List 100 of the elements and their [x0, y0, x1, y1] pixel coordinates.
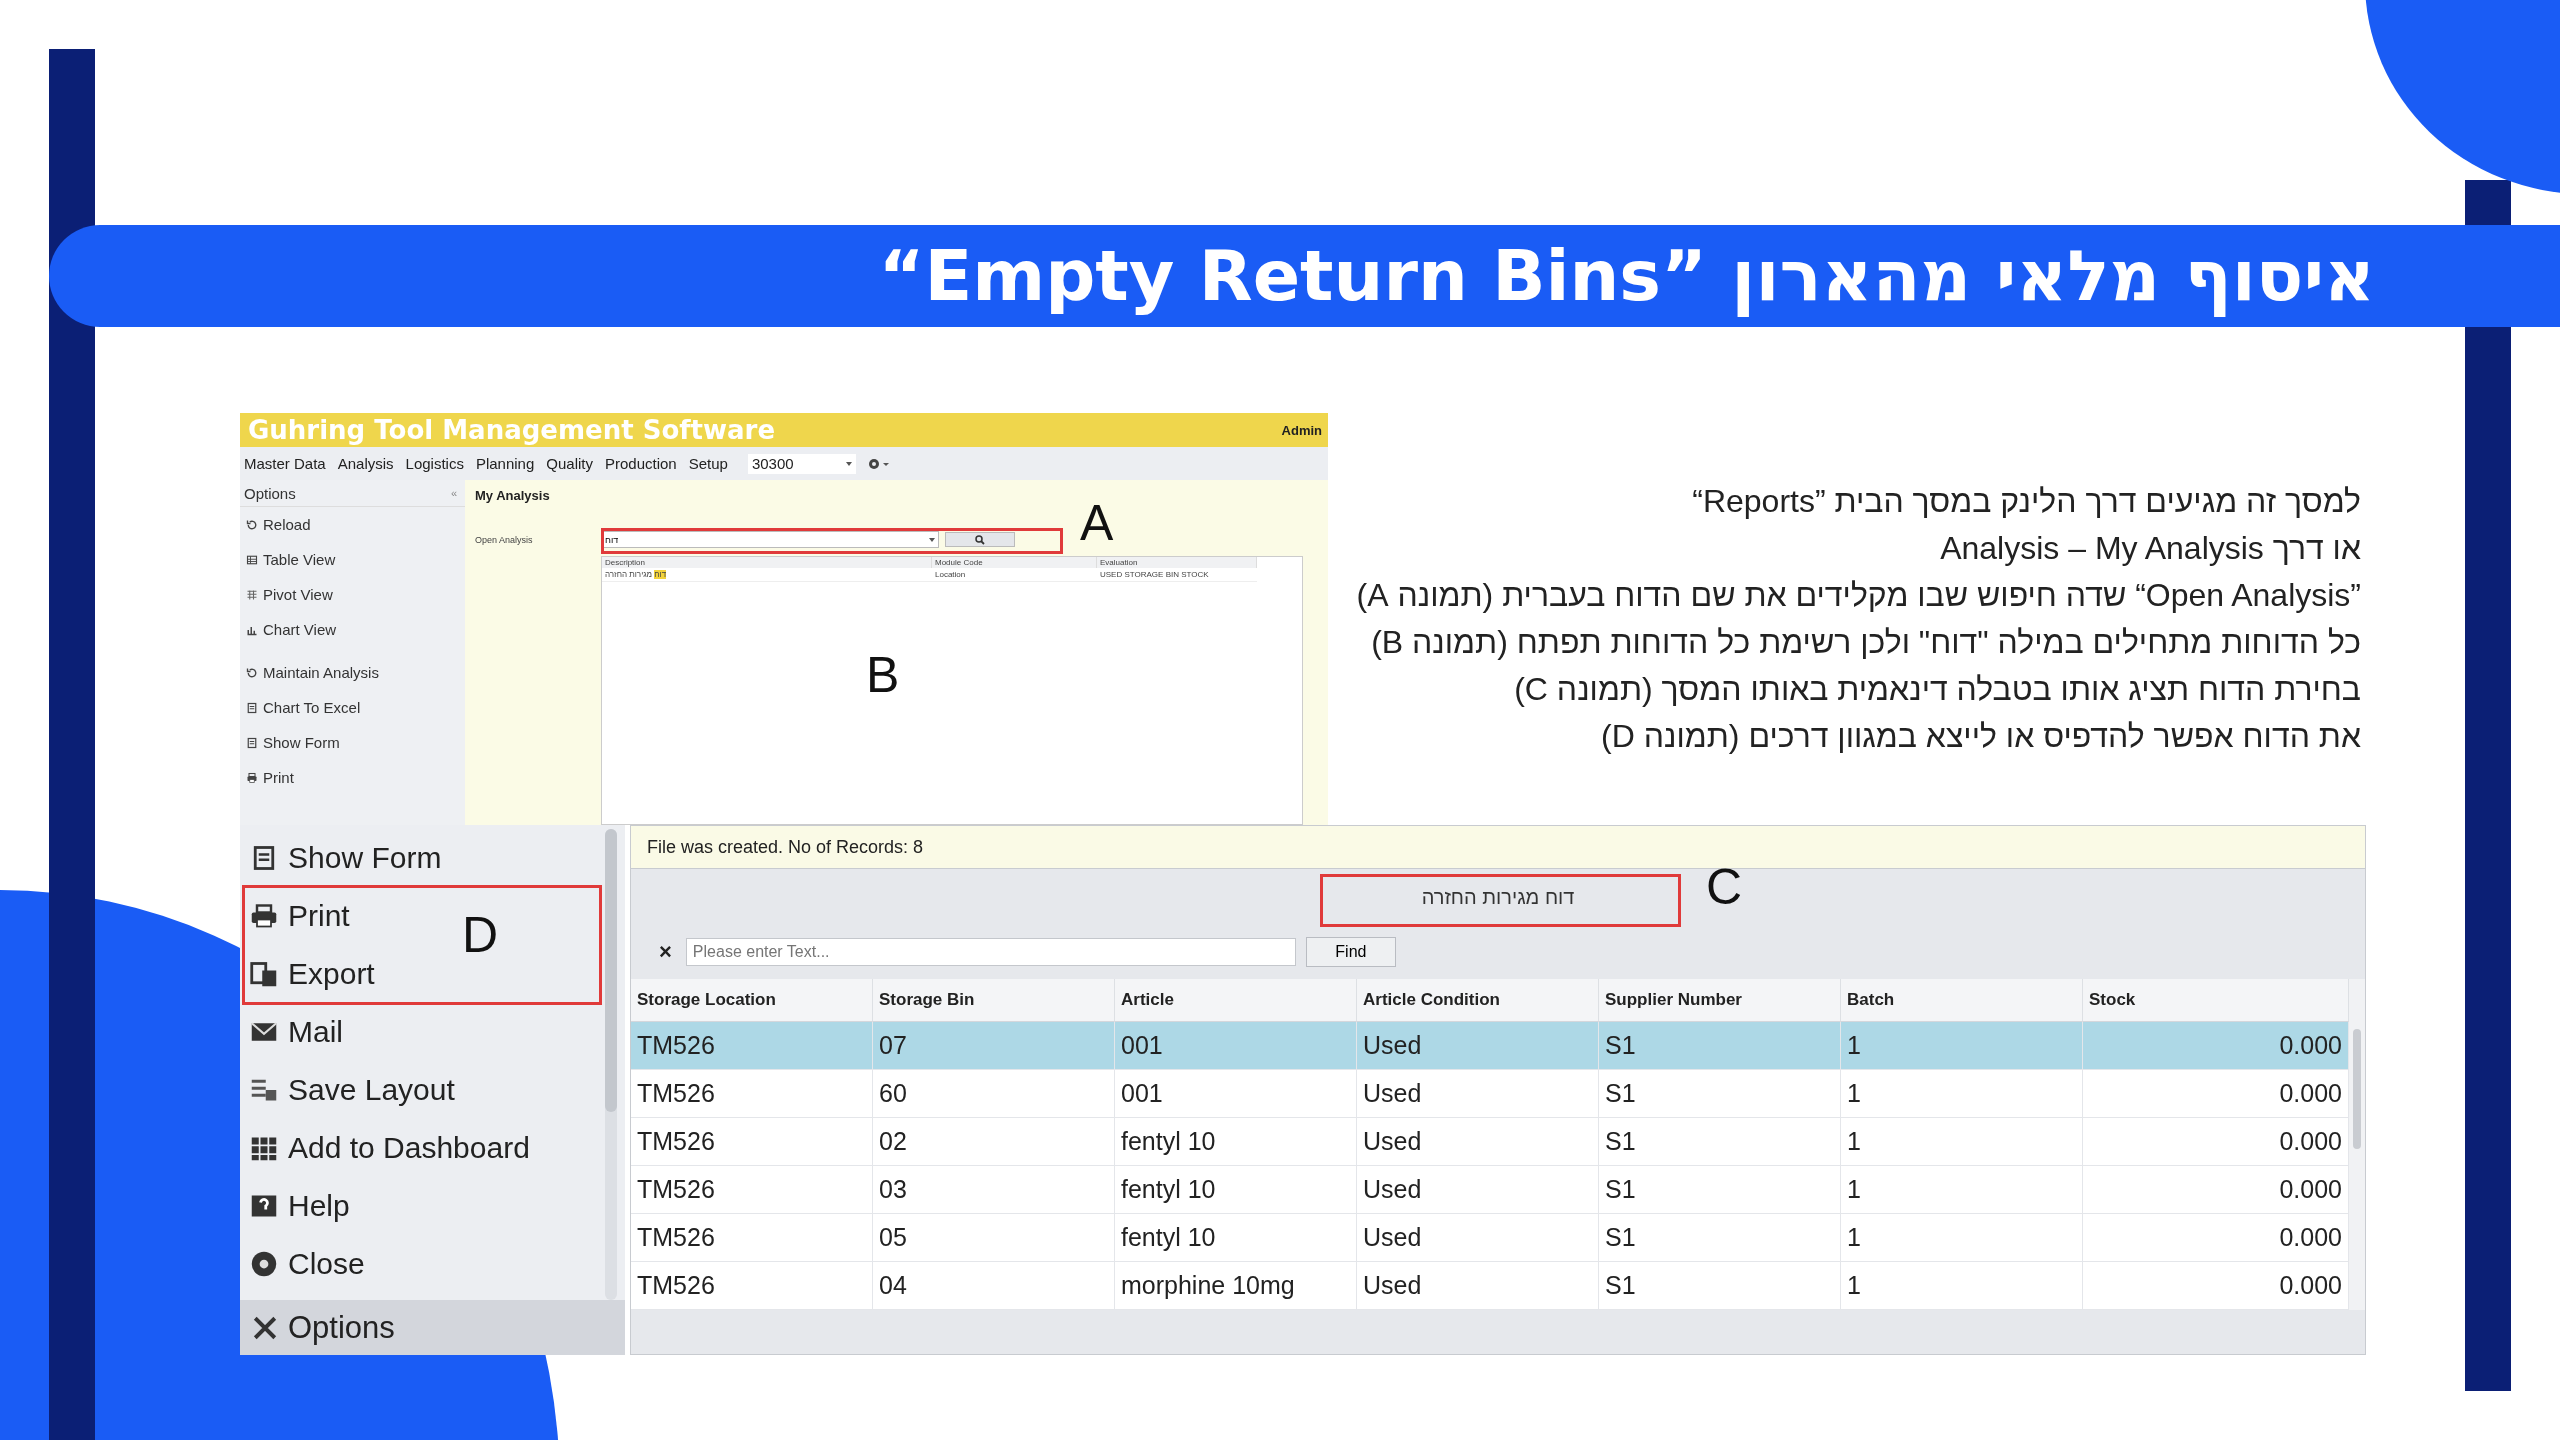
table-cell: fentyl 10 — [1115, 1214, 1357, 1262]
menu-item[interactable]: Add to Dashboard — [246, 1123, 530, 1173]
table-cell: S1 — [1599, 1214, 1841, 1262]
table-cell: TM526 — [631, 1118, 873, 1166]
table-cell: Used — [1357, 1166, 1599, 1214]
callout-letter: A — [1080, 498, 1114, 548]
table-cell: 02 — [873, 1118, 1115, 1166]
scrollbar[interactable] — [2349, 979, 2365, 1310]
sidebar-item[interactable]: Chart View — [240, 612, 465, 647]
table-cell: 001 — [1115, 1022, 1357, 1070]
document-icon — [246, 701, 258, 714]
clear-button[interactable]: × — [655, 939, 676, 965]
table-cell: TM526 — [631, 1262, 873, 1310]
column-header: Description — [602, 557, 932, 568]
column-header: Evaluation — [1097, 557, 1257, 568]
status-message: File was created. No of Records: 8 — [631, 826, 2365, 868]
table-cell: 07 — [873, 1022, 1115, 1070]
sidebar-item[interactable]: Chart To Excel — [240, 690, 465, 725]
menu-item[interactable]: Production — [605, 455, 677, 472]
table-cell: 04 — [873, 1262, 1115, 1310]
menu-item[interactable]: Close — [246, 1239, 365, 1289]
menu-item[interactable]: Print — [246, 891, 350, 941]
table-cell: 1 — [1841, 1262, 2083, 1310]
column-header: Module Code — [932, 557, 1097, 568]
column-header[interactable]: Supplier Number — [1599, 979, 1841, 1022]
table-cell: 05 — [873, 1214, 1115, 1262]
menu-item[interactable]: Setup — [688, 455, 728, 472]
table-cell: S1 — [1599, 1166, 1841, 1214]
search-button[interactable] — [945, 532, 1015, 547]
sidebar-item[interactable]: Print — [240, 760, 465, 795]
scrollbar[interactable] — [605, 829, 617, 1300]
table-cell: Location — [932, 568, 1097, 582]
search-field[interactable]: דוח — [601, 531, 939, 548]
search-icon — [975, 534, 985, 545]
table-cell: 03 — [873, 1166, 1115, 1214]
sidebar-item[interactable]: Show Form — [240, 725, 465, 760]
table-cell: USED STORAGE BIN STOCK — [1097, 568, 1257, 582]
menu-item[interactable]: Help — [246, 1181, 350, 1231]
column-header[interactable]: Storage Location — [631, 979, 873, 1022]
menu-item[interactable]: Quality — [546, 455, 593, 472]
table-cell: S1 — [1599, 1262, 1841, 1310]
table-cell: Used — [1357, 1262, 1599, 1310]
table-cell: fentyl 10 — [1115, 1118, 1357, 1166]
table-icon — [246, 553, 258, 566]
column-header[interactable]: Storage Bin — [873, 979, 1115, 1022]
table-cell: Used — [1357, 1214, 1599, 1262]
menu-item[interactable]: Mail — [246, 1007, 343, 1057]
app-title: Guhring Tool Management Software — [248, 415, 776, 445]
note-line: למסך זה מגיעים דרך הלינק במסך הבית ”Reports“ — [1692, 482, 2361, 521]
table-cell: TM526 — [631, 1166, 873, 1214]
menu-item[interactable]: Analysis — [337, 455, 394, 472]
table-cell: 1 — [1841, 1118, 2083, 1166]
sidebar-item[interactable]: Pivot View — [240, 577, 465, 612]
document-icon — [246, 736, 258, 749]
menu-item[interactable]: Show Form — [246, 833, 442, 883]
user-name: Admin — [1281, 422, 1322, 438]
table-cell: S1 — [1599, 1118, 1841, 1166]
table-cell: TM526 — [631, 1214, 873, 1262]
note-line: ”Open Analysis“ שדה חיפוש שבו מקלידים את שם הדוח בעברית (תמונה A) — [1356, 576, 2361, 615]
printer-icon — [250, 902, 278, 930]
column-header[interactable]: Article — [1115, 979, 1357, 1022]
sidebar-title: Options — [244, 484, 296, 502]
menu-item[interactable]: Logistics — [405, 455, 464, 472]
table-cell: Used — [1357, 1070, 1599, 1118]
table-cell: morphine 10mg — [1115, 1262, 1357, 1310]
table-cell: 1 — [1841, 1166, 2083, 1214]
table-cell: 0.000 — [2083, 1022, 2349, 1070]
table-cell: 60 — [873, 1070, 1115, 1118]
copy-icon — [250, 960, 278, 988]
sidebar-item[interactable]: Maintain Analysis — [240, 655, 465, 690]
sidebar-item[interactable]: Table View — [240, 542, 465, 577]
column-header[interactable]: Batch — [1841, 979, 2083, 1022]
options-tab[interactable]: Options — [240, 1300, 625, 1355]
caret-icon[interactable] — [929, 537, 935, 542]
table-cell: 001 — [1115, 1070, 1357, 1118]
menu-item[interactable]: Planning — [475, 455, 535, 472]
sidebar-item[interactable]: Reload — [240, 507, 465, 542]
field-label: Open Analysis — [475, 534, 534, 545]
company-dropdown[interactable]: 30300 — [747, 453, 856, 474]
printer-icon — [246, 771, 258, 784]
slide-title: איסוף מלאי מהארון ”Empty Return Bins“ — [878, 235, 2375, 317]
menu-item[interactable]: Export — [246, 949, 375, 999]
table-cell: S1 — [1599, 1022, 1841, 1070]
result-description[interactable]: דוח מגירות החזרה — [602, 568, 932, 582]
search-field[interactable]: Please enter Text... — [685, 938, 1296, 966]
menu-item[interactable]: Master Data — [244, 455, 326, 472]
note-line: כל הדוחות מתחילים במילה "דוח" ולכן רשימת כל הדוחות תפתח (תמונה B) — [1371, 623, 2361, 662]
table-cell: 1 — [1841, 1214, 2083, 1262]
gear-icon[interactable] — [867, 457, 890, 470]
find-button[interactable]: Find — [1305, 937, 1396, 967]
refresh-icon — [246, 518, 258, 531]
column-header[interactable]: Stock — [2083, 979, 2349, 1022]
column-header[interactable]: Article Condition — [1357, 979, 1599, 1022]
menu-item[interactable]: Save Layout — [246, 1065, 455, 1115]
table-cell: TM526 — [631, 1070, 873, 1118]
callout-letter: D — [462, 910, 499, 960]
note-line: את הדוח אפשר להדפיס או לייצא במגוון דרכים (תמונה D) — [1601, 717, 2361, 756]
caret-icon[interactable] — [845, 461, 852, 466]
page-title: My Analysis — [475, 488, 551, 503]
table-cell: 1 — [1841, 1022, 2083, 1070]
